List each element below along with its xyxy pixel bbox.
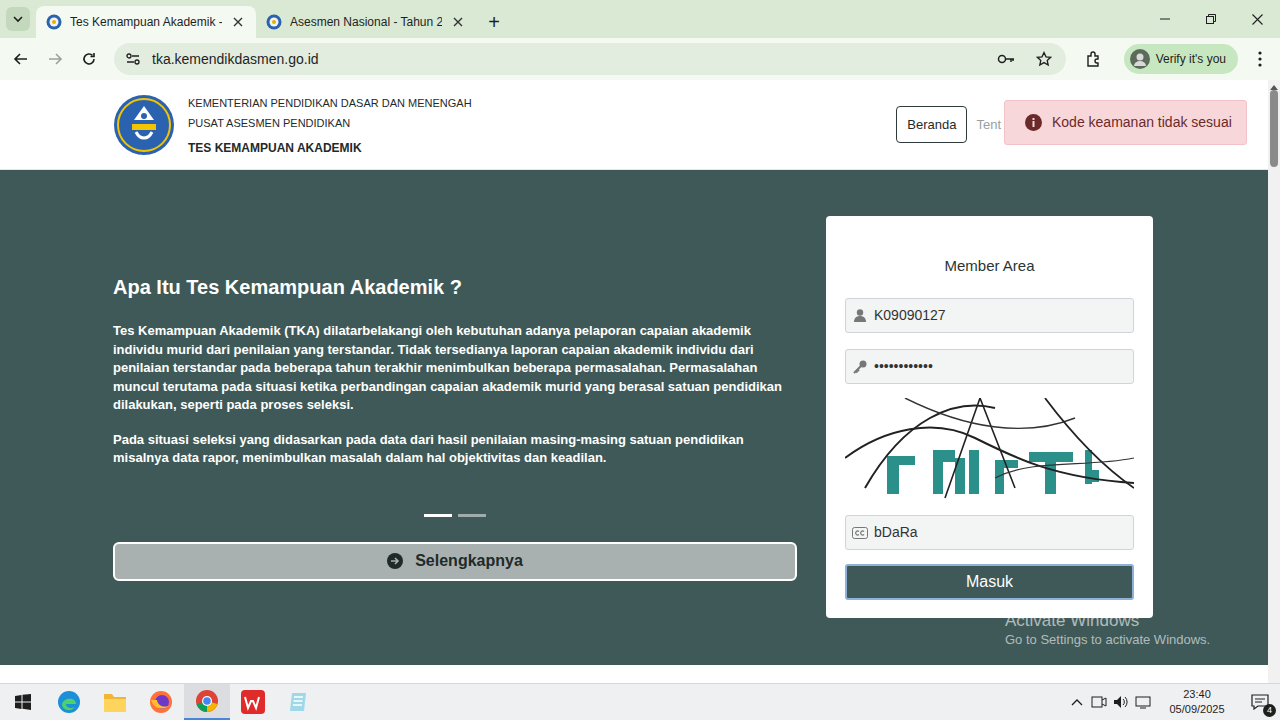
restore-icon[interactable] xyxy=(1188,0,1234,38)
username-field[interactable] xyxy=(845,298,1134,333)
new-tab-button[interactable]: + xyxy=(476,6,512,38)
toast-message: Kode keamanan tidak sesuai xyxy=(1052,112,1232,133)
menu-icon[interactable] xyxy=(1246,44,1274,74)
close-tab-icon[interactable] xyxy=(230,14,246,30)
tab-strip: Tes Kemampuan Akademik - Ta Asesmen Nasio… xyxy=(0,0,1280,38)
volume-icon[interactable] xyxy=(1110,684,1132,720)
url-text[interactable]: tka.kemendikdasmen.go.id xyxy=(152,49,986,70)
tab-label: Asesmen Nasional - Tahun 202 xyxy=(290,13,442,31)
site-info-icon[interactable] xyxy=(122,48,144,70)
close-tab-icon[interactable] xyxy=(450,14,466,30)
carousel-indicators xyxy=(113,514,797,517)
org-line: PUSAT ASESMEN PENDIDIKAN xyxy=(188,113,472,133)
extensions-icon[interactable] xyxy=(1078,43,1110,75)
site-favicon-icon xyxy=(46,14,62,30)
bookmark-star-icon[interactable] xyxy=(1032,47,1056,71)
notes-icon xyxy=(287,690,311,714)
password-key-icon[interactable] xyxy=(994,47,1018,71)
notification-count: 4 xyxy=(1263,704,1276,717)
scrollbar[interactable] xyxy=(1268,80,1280,683)
nav-item[interactable]: Tent xyxy=(976,115,1001,135)
tab-label: Tes Kemampuan Akademik - Ta xyxy=(70,13,222,31)
hero-content: Apa Itu Tes Kemampuan Akademik ? Tes Kema… xyxy=(113,216,797,665)
username-field-input[interactable] xyxy=(874,299,1133,332)
taskbar-app[interactable] xyxy=(276,684,322,720)
password-field-input[interactable] xyxy=(874,350,1133,383)
taskbar-app[interactable] xyxy=(92,684,138,720)
more-label: Selengkapnya xyxy=(415,549,523,573)
org-line: KEMENTERIAN PENDIDIKAN DASAR DAN MENENGA… xyxy=(188,93,472,113)
chevron-down-icon xyxy=(6,7,30,31)
toolbar: tka.kemendikdasmen.go.id Verify it's you xyxy=(0,38,1280,80)
captcha-cc-icon xyxy=(846,516,874,549)
tray-chevron-icon[interactable] xyxy=(1066,684,1088,720)
page-viewport: KEMENTERIAN PENDIDIKAN DASAR DAN MENENGA… xyxy=(0,80,1280,683)
firefox-icon xyxy=(149,690,173,714)
tab-search[interactable] xyxy=(0,0,36,38)
more-button[interactable]: Selengkapnya xyxy=(113,542,797,581)
taskbar-app[interactable] xyxy=(230,684,276,720)
window-controls xyxy=(1142,0,1280,38)
start-icon[interactable] xyxy=(0,684,46,720)
page-footer-strip xyxy=(0,665,1268,683)
carousel-indicator[interactable] xyxy=(458,514,486,517)
edge-icon xyxy=(57,690,81,714)
profile-label[interactable]: Verify it's you xyxy=(1156,50,1226,68)
close-window-icon[interactable] xyxy=(1234,0,1280,38)
submit-button[interactable]: Masuk xyxy=(845,564,1134,600)
explorer-icon xyxy=(103,690,127,714)
forward-icon xyxy=(40,44,70,74)
hero-title: Apa Itu Tes Kemampuan Akademik ? xyxy=(113,276,797,298)
meet-icon[interactable] xyxy=(1088,684,1110,720)
nav-item[interactable]: Beranda xyxy=(896,106,967,144)
captcha-field-input[interactable] xyxy=(874,516,1133,549)
site-favicon-icon xyxy=(266,14,282,30)
chrome-icon xyxy=(195,689,219,713)
taskbar: 23:4005/09/2025 4 xyxy=(0,683,1280,720)
clock-date: 05/09/2025 xyxy=(1169,702,1224,717)
network-icon[interactable] xyxy=(1132,684,1154,720)
notification-button[interactable]: 4 xyxy=(1240,684,1280,720)
user-icon xyxy=(846,299,874,332)
brand[interactable]: KEMENTERIAN PENDIDIKAN DASAR DAN MENENGA… xyxy=(0,93,472,157)
captcha-image xyxy=(845,398,1134,500)
org-name: KEMENTERIAN PENDIDIKAN DASAR DAN MENENGA… xyxy=(188,93,472,157)
browser-tab[interactable]: Tes Kemampuan Akademik - Ta xyxy=(36,6,256,38)
password-field[interactable] xyxy=(845,349,1134,384)
hero-paragraph: Tes Kemampuan Akademik (TKA) dilatarbela… xyxy=(113,322,797,415)
taskbar-app[interactable] xyxy=(184,684,230,720)
scroll-thumb[interactable] xyxy=(1270,90,1278,167)
taskbar-app[interactable] xyxy=(46,684,92,720)
browser-tab[interactable]: Asesmen Nasional - Tahun 202 xyxy=(256,6,476,38)
hero-section: Apa Itu Tes Kemampuan Akademik ? Tes Kema… xyxy=(0,170,1268,665)
key-icon xyxy=(846,350,874,383)
clock-time: 23:40 xyxy=(1183,687,1211,702)
profile-chip[interactable]: Verify it's you xyxy=(1124,44,1238,74)
minimize-icon[interactable] xyxy=(1142,0,1188,38)
reload-icon[interactable] xyxy=(74,44,104,74)
watermark-title: Activate Windows xyxy=(1005,611,1210,631)
hero-paragraph: Pada situasi seleksi yang didasarkan pad… xyxy=(113,431,797,468)
watermark-subtitle: Go to Settings to activate Windows. xyxy=(1005,631,1210,649)
arrow-circle-icon xyxy=(387,553,403,569)
ministry-logo-icon xyxy=(114,94,174,156)
org-line: TES KEMAMPUAN AKADEMIK xyxy=(188,139,472,157)
login-card: Member Area Masuk xyxy=(826,216,1153,618)
address-bar[interactable]: tka.kemendikdasmen.go.id xyxy=(114,43,1066,75)
back-icon[interactable] xyxy=(6,44,36,74)
activation-watermark: Activate WindowsGo to Settings to activa… xyxy=(1005,611,1210,649)
info-icon xyxy=(1025,114,1042,131)
avatar-icon xyxy=(1130,49,1150,69)
taskbar-app[interactable] xyxy=(138,684,184,720)
login-title: Member Area xyxy=(845,256,1134,276)
clock[interactable]: 23:4005/09/2025 xyxy=(1154,687,1240,717)
error-toast: Kode keamanan tidak sesuai xyxy=(1004,100,1247,145)
captcha-field[interactable] xyxy=(845,515,1134,550)
carousel-indicator[interactable] xyxy=(424,514,452,517)
wps-icon xyxy=(241,690,265,714)
web-page: KEMENTERIAN PENDIDIKAN DASAR DAN MENENGA… xyxy=(0,80,1268,683)
